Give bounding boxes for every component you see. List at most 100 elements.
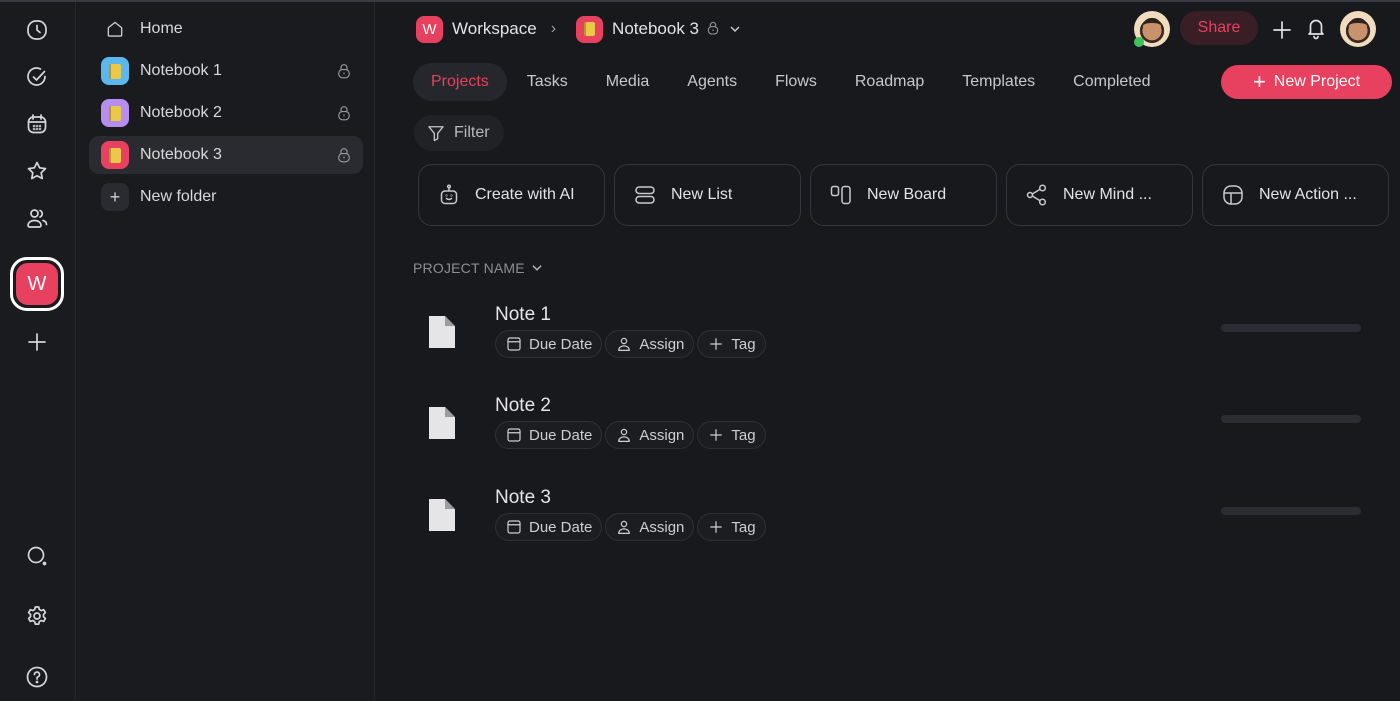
tag-chip[interactable]: Tag xyxy=(697,513,766,541)
add-workspace-icon[interactable] xyxy=(24,329,50,355)
star-icon[interactable] xyxy=(24,158,50,184)
list-icon xyxy=(635,186,655,204)
tab-templates[interactable]: Templates xyxy=(944,63,1053,101)
workspace-switcher[interactable]: W xyxy=(10,257,64,311)
tag-chip[interactable]: Tag xyxy=(697,330,766,358)
calendar-icon xyxy=(507,520,521,534)
sidebar-item-label: Notebook 2 xyxy=(140,104,222,121)
calendar-icon xyxy=(507,337,521,351)
chip-label: Assign xyxy=(639,335,685,353)
assign-chip[interactable]: Assign xyxy=(605,330,695,358)
new-project-label: New Project xyxy=(1273,73,1361,90)
plus-icon xyxy=(710,429,723,441)
filter-label: Filter xyxy=(454,124,490,141)
new-folder-button[interactable]: + New folder xyxy=(89,178,363,216)
due-date-chip[interactable]: Due Date xyxy=(495,421,603,449)
bell-icon[interactable] xyxy=(1304,16,1328,40)
document-icon xyxy=(429,316,455,348)
user-avatar[interactable] xyxy=(1340,11,1376,47)
action-label: New Action ... xyxy=(1259,186,1357,203)
assign-chip[interactable]: Assign xyxy=(605,513,695,541)
sidebar-item-label: Notebook 1 xyxy=(140,62,222,79)
new-list-button[interactable]: New List xyxy=(614,164,801,226)
project-title[interactable]: Note 2 xyxy=(495,395,551,417)
new-mind-map-button[interactable]: New Mind ... xyxy=(1006,164,1193,226)
chip-label: Tag xyxy=(731,335,756,353)
lock-icon xyxy=(335,146,353,164)
header-actions: Share xyxy=(376,10,1400,48)
plus-icon[interactable] xyxy=(1270,18,1294,42)
share-button[interactable]: Share xyxy=(1180,11,1258,45)
plus-icon: + xyxy=(1252,69,1266,94)
new-board-button[interactable]: New Board xyxy=(810,164,997,226)
chip-label: Due Date xyxy=(529,518,593,536)
tab-completed[interactable]: Completed xyxy=(1055,63,1168,101)
new-project-button[interactable]: + New Project xyxy=(1221,65,1392,99)
project-row[interactable]: Note 2 Due Date Assign Tag xyxy=(413,393,1373,463)
project-row[interactable]: Note 3 Due Date Assign Tag xyxy=(413,485,1373,555)
tab-flows[interactable]: Flows xyxy=(757,63,835,101)
lock-icon xyxy=(335,62,353,80)
action-label: Create with AI xyxy=(475,186,575,203)
user-icon xyxy=(618,520,631,534)
help-icon[interactable] xyxy=(24,664,50,690)
chip-label: Assign xyxy=(639,426,685,444)
progress-bar xyxy=(1221,507,1361,515)
plus-icon xyxy=(710,521,723,533)
project-row[interactable]: Note 1 Due Date Assign Tag xyxy=(413,302,1373,372)
main-content: W Workspace › Notebook 3 Share Projects … xyxy=(376,2,1400,701)
project-tabs: Projects Tasks Media Agents Flows Roadma… xyxy=(413,63,1171,101)
calendar-icon[interactable] xyxy=(24,111,50,137)
clock-icon[interactable] xyxy=(24,17,50,43)
filter-button[interactable]: Filter xyxy=(414,115,504,151)
notebook-sidebar: Home Notebook 1 Notebook 2 Notebook 3 + … xyxy=(77,2,375,701)
filter-icon xyxy=(428,126,444,142)
sidebar-item-notebook-2[interactable]: Notebook 2 xyxy=(89,94,363,132)
sidebar-item-label: Notebook 3 xyxy=(140,146,222,163)
plus-icon xyxy=(710,338,723,350)
progress-bar xyxy=(1221,415,1361,423)
tab-projects[interactable]: Projects xyxy=(413,63,507,101)
create-with-ai-button[interactable]: Create with AI xyxy=(418,164,605,226)
online-status-dot xyxy=(1134,37,1144,47)
new-action-plan-button[interactable]: New Action ... xyxy=(1202,164,1389,226)
search-icon[interactable] xyxy=(24,543,50,569)
gear-icon[interactable] xyxy=(24,603,50,629)
lock-icon xyxy=(335,104,353,122)
column-header-project-name[interactable]: PROJECT NAME xyxy=(413,260,544,276)
tab-tasks[interactable]: Tasks xyxy=(509,63,586,101)
tag-chip[interactable]: Tag xyxy=(697,421,766,449)
users-icon[interactable] xyxy=(24,205,50,231)
chip-label: Tag xyxy=(731,518,756,536)
chevron-down-icon xyxy=(532,265,542,271)
collaborator-avatar[interactable] xyxy=(1134,11,1170,47)
mind-map-icon xyxy=(1026,184,1047,206)
action-label: New List xyxy=(671,186,733,203)
project-title[interactable]: Note 1 xyxy=(495,304,551,326)
sidebar-item-home[interactable]: Home xyxy=(89,10,363,48)
due-date-chip[interactable]: Due Date xyxy=(495,513,603,541)
sidebar-item-label: Home xyxy=(140,20,183,37)
progress-bar xyxy=(1221,324,1361,332)
plus-icon: + xyxy=(101,183,129,211)
assign-chip[interactable]: Assign xyxy=(605,421,695,449)
tab-media[interactable]: Media xyxy=(588,63,668,101)
calendar-icon xyxy=(507,428,521,442)
project-title[interactable]: Note 3 xyxy=(495,487,551,509)
sidebar-item-notebook-1[interactable]: Notebook 1 xyxy=(89,52,363,90)
action-label: New Board xyxy=(867,186,947,203)
tab-agents[interactable]: Agents xyxy=(669,63,755,101)
board-icon xyxy=(830,185,851,205)
due-date-chip[interactable]: Due Date xyxy=(495,330,603,358)
chip-label: Due Date xyxy=(529,335,593,353)
notebook-icon xyxy=(101,99,129,127)
tab-roadmap[interactable]: Roadmap xyxy=(837,63,942,101)
document-icon xyxy=(429,499,455,531)
check-circle-icon[interactable] xyxy=(24,64,50,90)
document-icon xyxy=(429,407,455,439)
new-folder-label: New folder xyxy=(140,188,217,205)
robot-icon xyxy=(440,184,458,205)
user-icon xyxy=(618,337,631,351)
chip-label: Due Date xyxy=(529,426,593,444)
sidebar-item-notebook-3[interactable]: Notebook 3 xyxy=(89,136,363,174)
